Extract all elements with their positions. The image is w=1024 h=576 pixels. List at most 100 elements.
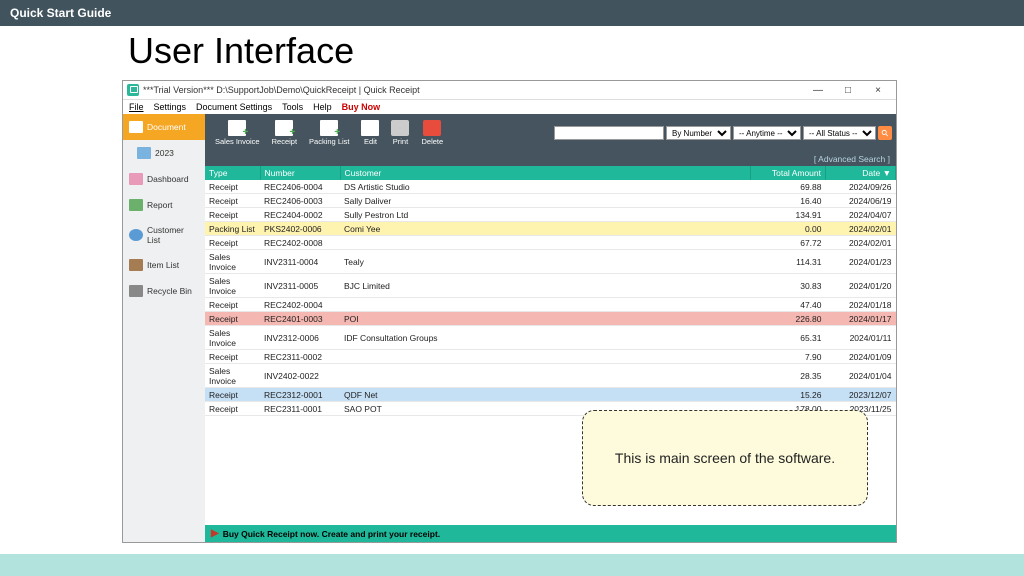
dashboard-icon xyxy=(129,173,143,185)
cell-num: REC2401-0003 xyxy=(260,312,340,326)
toolbar: Sales Invoice Receipt Packing List Edit … xyxy=(205,114,896,152)
col-amount[interactable]: Total Amount xyxy=(751,166,826,180)
col-number[interactable]: Number xyxy=(260,166,340,180)
footer-bar[interactable]: ▶ Buy Quick Receipt now. Create and prin… xyxy=(205,525,896,542)
search-button[interactable] xyxy=(878,126,892,140)
table-row[interactable]: ReceiptREC2402-000447.402024/01/18 xyxy=(205,298,896,312)
maximize-button[interactable]: □ xyxy=(834,83,862,97)
cell-date: 2024/02/01 xyxy=(826,222,896,236)
delete-button[interactable]: Delete xyxy=(415,118,449,148)
cell-cust: Sully Pestron Ltd xyxy=(340,208,751,222)
table-row[interactable]: Sales InvoiceINV2311-0005BJC Limited30.8… xyxy=(205,274,896,298)
filter-by-number[interactable]: By Number xyxy=(666,126,731,140)
cell-amt: 30.83 xyxy=(751,274,826,298)
cell-date: 2024/09/26 xyxy=(826,180,896,194)
document-table: Type Number Customer Total Amount Date ▼… xyxy=(205,166,896,416)
cell-date: 2024/04/07 xyxy=(826,208,896,222)
customer-icon xyxy=(129,229,143,241)
cell-type: Receipt xyxy=(205,298,260,312)
cell-num: REC2311-0001 xyxy=(260,402,340,416)
minimize-button[interactable]: — xyxy=(804,83,832,97)
sidebar-label: 2023 xyxy=(155,148,174,158)
cell-amt: 114.31 xyxy=(751,250,826,274)
cell-num: INV2311-0005 xyxy=(260,274,340,298)
cell-cust: DS Artistic Studio xyxy=(340,180,751,194)
cell-amt: 7.90 xyxy=(751,350,826,364)
col-customer[interactable]: Customer xyxy=(340,166,751,180)
sidebar-label: Dashboard xyxy=(147,174,189,184)
cell-num: INV2311-0004 xyxy=(260,250,340,274)
menu-tools[interactable]: Tools xyxy=(282,102,303,112)
sidebar-label: Recycle Bin xyxy=(147,286,192,296)
table-row[interactable]: ReceiptREC2312-0001QDF Net15.262023/12/0… xyxy=(205,388,896,402)
edit-button[interactable]: Edit xyxy=(355,118,385,148)
sidebar-item-document[interactable]: Document xyxy=(123,114,205,140)
filter-status[interactable]: -- All Status -- xyxy=(803,126,876,140)
sidebar-item-customer-list[interactable]: Customer List xyxy=(123,218,205,252)
cell-cust: IDF Consultation Groups xyxy=(340,326,751,350)
table-row[interactable]: ReceiptREC2406-0003Sally Daliver16.40202… xyxy=(205,194,896,208)
cell-cust: Comi Yee xyxy=(340,222,751,236)
cell-type: Receipt xyxy=(205,236,260,250)
edit-icon xyxy=(361,120,379,136)
cell-cust: Sally Daliver xyxy=(340,194,751,208)
table-row[interactable]: Sales InvoiceINV2311-0004Tealy114.312024… xyxy=(205,250,896,274)
play-icon: ▶ xyxy=(211,528,219,539)
menu-file[interactable]: File xyxy=(129,102,144,112)
cell-date: 2024/01/11 xyxy=(826,326,896,350)
sidebar-label: Customer List xyxy=(147,225,199,245)
sidebar-label: Item List xyxy=(147,260,179,270)
col-date[interactable]: Date ▼ xyxy=(826,166,896,180)
document-plus-icon xyxy=(275,120,293,136)
cell-amt: 134.91 xyxy=(751,208,826,222)
titlebar: ***Trial Version*** D:\SupportJob\Demo\Q… xyxy=(123,81,896,100)
cell-num: REC2404-0002 xyxy=(260,208,340,222)
cell-type: Receipt xyxy=(205,388,260,402)
table-row[interactable]: ReceiptREC2404-0002Sully Pestron Ltd134.… xyxy=(205,208,896,222)
new-receipt-button[interactable]: Receipt xyxy=(266,118,303,148)
cell-type: Sales Invoice xyxy=(205,250,260,274)
cell-num: REC2402-0004 xyxy=(260,298,340,312)
table-row[interactable]: ReceiptREC2406-0004DS Artistic Studio69.… xyxy=(205,180,896,194)
cell-amt: 67.72 xyxy=(751,236,826,250)
sidebar-item-report[interactable]: Report xyxy=(123,192,205,218)
col-type[interactable]: Type xyxy=(205,166,260,180)
table-row[interactable]: ReceiptREC2311-00027.902024/01/09 xyxy=(205,350,896,364)
advanced-search-link[interactable]: [ Advanced Search ] xyxy=(205,152,896,166)
cell-num: REC2406-0003 xyxy=(260,194,340,208)
folder-icon xyxy=(137,147,151,159)
document-plus-icon xyxy=(320,120,338,136)
menu-help[interactable]: Help xyxy=(313,102,332,112)
close-button[interactable]: × xyxy=(864,83,892,97)
sidebar-item-item-list[interactable]: Item List xyxy=(123,252,205,278)
sidebar-item-recycle-bin[interactable]: Recycle Bin xyxy=(123,278,205,304)
cell-date: 2024/06/19 xyxy=(826,194,896,208)
cell-cust xyxy=(340,350,751,364)
filter-anytime[interactable]: -- Anytime -- xyxy=(733,126,801,140)
new-packing-list-button[interactable]: Packing List xyxy=(303,118,355,148)
sidebar-item-dashboard[interactable]: Dashboard xyxy=(123,166,205,192)
menubar: File Settings Document Settings Tools He… xyxy=(123,100,896,114)
cell-amt: 0.00 xyxy=(751,222,826,236)
table-header-row: Type Number Customer Total Amount Date ▼ xyxy=(205,166,896,180)
search-input[interactable] xyxy=(554,126,664,140)
report-icon xyxy=(129,199,143,211)
cell-cust xyxy=(340,364,751,388)
cell-amt: 16.40 xyxy=(751,194,826,208)
cell-type: Receipt xyxy=(205,402,260,416)
menu-document-settings[interactable]: Document Settings xyxy=(196,102,272,112)
table-row[interactable]: Sales InvoiceINV2402-002228.352024/01/04 xyxy=(205,364,896,388)
table-row[interactable]: ReceiptREC2401-0003POI226.802024/01/17 xyxy=(205,312,896,326)
tbtn-label: Delete xyxy=(421,137,443,146)
menu-buy-now[interactable]: Buy Now xyxy=(342,102,381,112)
table-row[interactable]: Packing ListPKS2402-0006Comi Yee0.002024… xyxy=(205,222,896,236)
print-button[interactable]: Print xyxy=(385,118,415,148)
trash-icon xyxy=(129,285,143,297)
table-row[interactable]: ReceiptREC2402-000867.722024/02/01 xyxy=(205,236,896,250)
sidebar-item-2023[interactable]: 2023 xyxy=(123,140,205,166)
table-row[interactable]: Sales InvoiceINV2312-0006IDF Consultatio… xyxy=(205,326,896,350)
new-sales-invoice-button[interactable]: Sales Invoice xyxy=(209,118,266,148)
menu-settings[interactable]: Settings xyxy=(154,102,187,112)
cell-amt: 65.31 xyxy=(751,326,826,350)
bottom-band xyxy=(0,554,1024,576)
